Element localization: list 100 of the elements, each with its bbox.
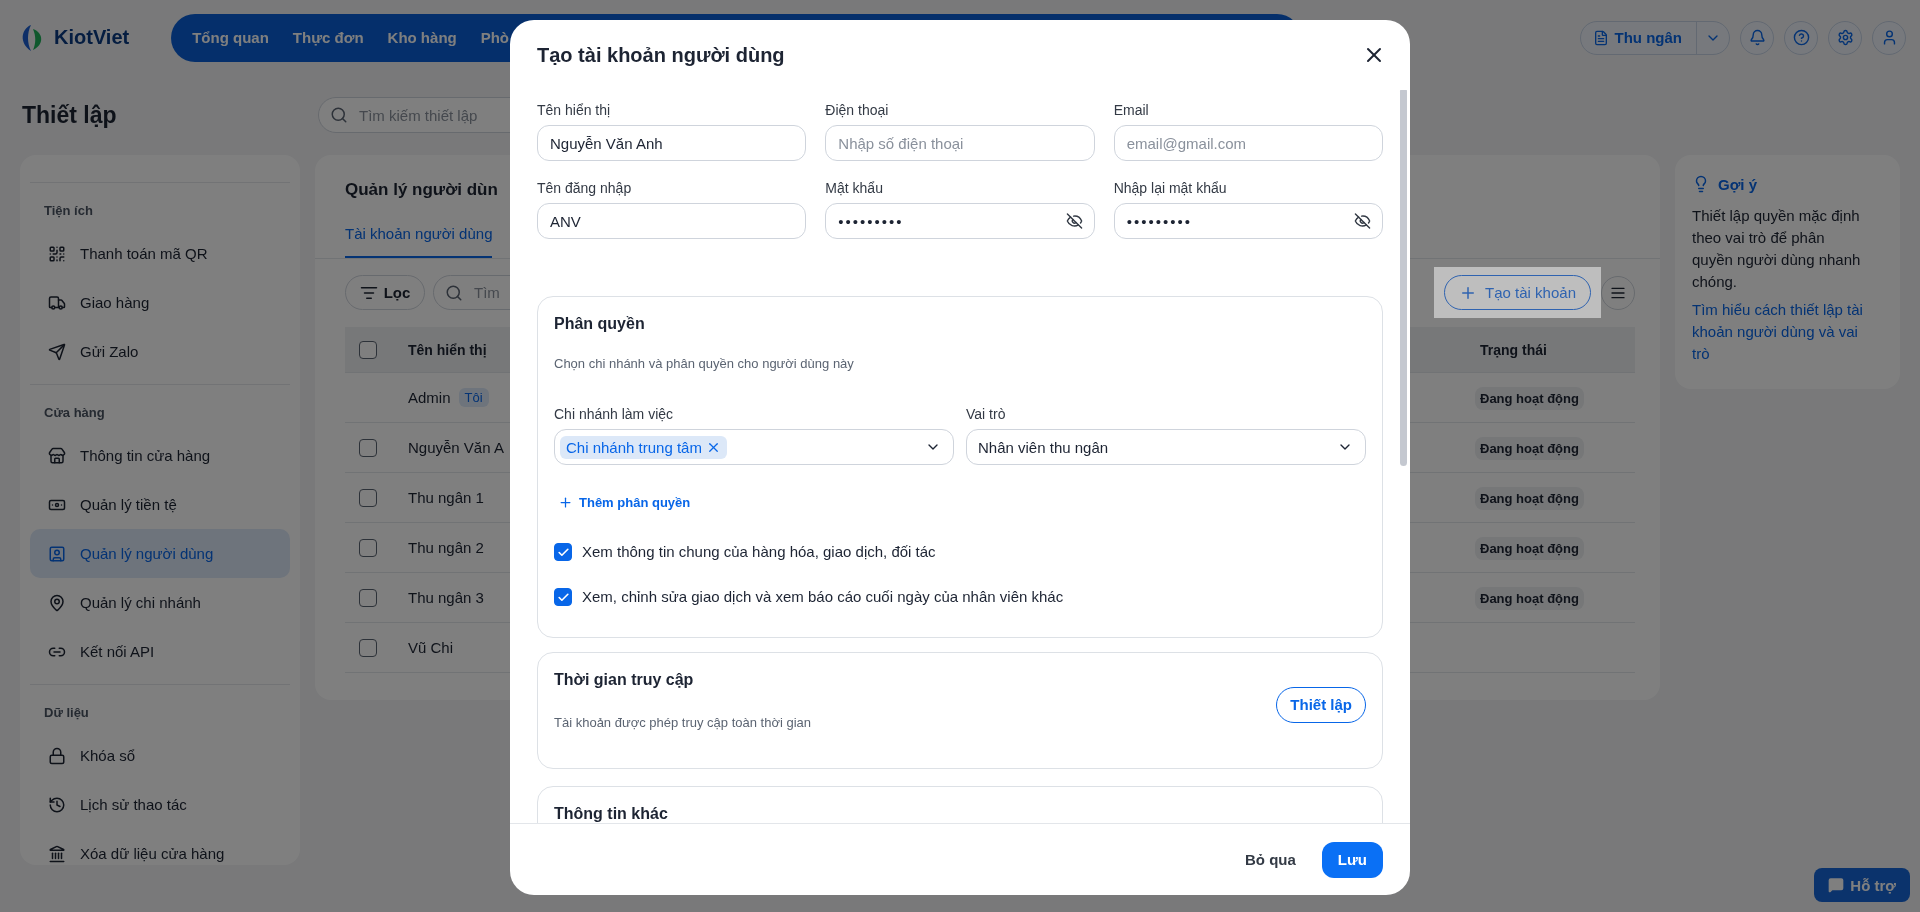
checkbox[interactable] xyxy=(359,638,377,657)
field-label: Tên đăng nhập xyxy=(537,179,633,197)
hint-title: Gợi ý xyxy=(1718,175,1757,193)
nav-item[interactable]: Phò xyxy=(471,23,519,52)
checkbox[interactable] xyxy=(359,438,377,457)
columns-button[interactable] xyxy=(1601,275,1635,310)
sidebar-item[interactable]: Quản lý chi nhánh xyxy=(30,578,290,627)
status-chip: Đang hoạt động xyxy=(1475,386,1584,410)
help-icon xyxy=(1792,29,1810,46)
checkbox[interactable] xyxy=(359,488,377,507)
text-field[interactable]: Nguyễn Văn Anh xyxy=(537,125,807,161)
checkmark-icon xyxy=(556,590,570,604)
search-icon xyxy=(330,106,348,124)
store-icon xyxy=(48,446,66,465)
card-title: Thời gian truy cập xyxy=(554,671,695,689)
filter-button[interactable]: Lọc xyxy=(345,275,425,310)
sidebar-item[interactable]: Kết nối API xyxy=(30,627,290,676)
password-field[interactable]: ••••••••• xyxy=(825,203,1095,239)
truck-icon xyxy=(48,293,66,312)
sidebar-item[interactable]: Gửi Zalo xyxy=(30,327,290,376)
field-label: Điện thoại xyxy=(825,101,890,119)
checkbox[interactable] xyxy=(554,588,572,606)
settings-icon xyxy=(1836,29,1854,46)
card-title: Thông tin khác xyxy=(554,805,669,823)
branch-select[interactable]: Chi nhánh trung tâm xyxy=(554,429,954,465)
setup-button[interactable]: Thiết lập xyxy=(1276,686,1366,723)
checkbox[interactable] xyxy=(359,538,377,557)
table-cell: Vũ Chi xyxy=(408,639,454,656)
section-title: Tiện ích xyxy=(43,202,94,220)
sidebar-item[interactable]: Lịch sử thao tác xyxy=(30,780,290,829)
panel-title: Quản lý người dùn xyxy=(345,179,498,201)
sidebar-item[interactable]: Thanh toán mã QR xyxy=(30,229,290,278)
page-title: Thiết lập xyxy=(22,101,118,129)
cashier-button[interactable]: Thu ngân xyxy=(1579,20,1730,55)
checkbox[interactable] xyxy=(554,543,572,561)
bell-icon xyxy=(1748,29,1766,46)
role-select[interactable]: Nhân viên thu ngân xyxy=(966,429,1366,465)
sidebar-item[interactable]: Quản lý người dùng xyxy=(30,529,290,578)
eye-off-icon[interactable] xyxy=(1065,212,1083,230)
table-cell: Thu ngân 2 xyxy=(408,539,484,556)
user-card-icon xyxy=(48,544,66,563)
table-cell: Admin xyxy=(408,389,451,406)
dialog-title: Tạo tài khoản người dùng xyxy=(537,43,785,67)
sidebar-item[interactable]: Thông tin cửa hàng xyxy=(30,431,290,480)
status-chip: Đang hoạt động xyxy=(1475,586,1584,610)
status-chip: Đang hoạt động xyxy=(1475,486,1584,510)
add-permission-button[interactable]: Thêm phân quyền xyxy=(558,495,691,510)
notification-button[interactable] xyxy=(1740,20,1774,55)
checkbox[interactable] xyxy=(359,588,377,607)
nav-item[interactable]: Thực đơn xyxy=(283,23,373,52)
eye-off-icon[interactable] xyxy=(1354,212,1371,230)
column-header: Tên hiển thị xyxy=(408,341,487,358)
logo-text: KiotViet xyxy=(54,26,130,49)
field-label: Vai trò xyxy=(966,405,1007,423)
hint-text: Thiết lập quyền mặc định theo vai trò để phân quyền người dùng nhanh chóng. xyxy=(1692,206,1862,292)
table-cell: Nguyễn Văn A xyxy=(408,439,504,456)
tag-label: Chi nhánh trung tâm xyxy=(566,438,702,456)
status-chip: Đang hoạt động xyxy=(1475,436,1584,460)
field-label: Tên hiển thị xyxy=(537,101,612,119)
help-button[interactable] xyxy=(1784,20,1818,55)
card-title: Phân quyền xyxy=(554,315,646,333)
text-field[interactable]: Nhập số điện thoại xyxy=(825,125,1095,161)
nav-item[interactable]: Tổng quan xyxy=(183,23,278,52)
document-icon xyxy=(1592,29,1609,46)
text-field[interactable]: ANV xyxy=(537,203,807,239)
checkbox-label: Xem thông tin chung của hàng hóa, giao dịch, đối tác xyxy=(582,542,936,562)
section-title: Cửa hàng xyxy=(43,404,106,422)
sidebar-item[interactable]: Khóa sổ xyxy=(30,731,290,780)
chat-icon xyxy=(1828,877,1845,893)
table-cell: Thu ngân 1 xyxy=(408,489,484,506)
help-link[interactable]: Tìm hiểu cách thiết lập tài khoản người dùng và vai trò xyxy=(1692,299,1870,365)
sidebar-item[interactable]: Quản lý tiền tệ xyxy=(30,480,290,529)
sidebar-item[interactable]: Xóa dữ liệu cửa hàng xyxy=(30,829,290,865)
checkbox[interactable] xyxy=(359,340,377,359)
card-subtitle: Tài khoản được phép truy cập toàn thời gian xyxy=(554,714,812,732)
sidebar-item[interactable]: Giao hàng xyxy=(30,278,290,327)
column-header: Trạng thái xyxy=(1479,341,1548,358)
qr-code-icon xyxy=(48,244,66,263)
section-title: Dữ liệu xyxy=(43,704,90,722)
text-field[interactable]: email@gmail.com xyxy=(1113,125,1383,161)
field-label: Nhập lại mật khẩu xyxy=(1113,179,1228,197)
field-label: Mật khẩu xyxy=(825,179,884,197)
user-button[interactable] xyxy=(1872,20,1906,55)
field-label: Chi nhánh làm việc xyxy=(554,405,675,423)
nav-item[interactable]: Kho hàng xyxy=(378,23,466,52)
settings-button[interactable] xyxy=(1828,20,1862,55)
cancel-button[interactable]: Bỏ qua xyxy=(1244,851,1296,868)
card-subtitle: Chọn chi nhánh và phân quyền cho người dùng này xyxy=(554,355,855,373)
field-label: Email xyxy=(1113,101,1150,119)
password-field[interactable]: ••••••••• xyxy=(1113,203,1383,239)
history-icon xyxy=(48,795,66,814)
checkbox-label: Xem, chỉnh sửa giao dịch và xem báo cáo cuối ngày của nhân viên khác xyxy=(582,587,1064,607)
save-button[interactable]: Lưu xyxy=(1321,841,1383,878)
checkmark-icon xyxy=(556,545,570,559)
status-chip: Đang hoạt động xyxy=(1475,536,1584,560)
badge: Tôi xyxy=(458,388,489,407)
building-icon xyxy=(48,844,66,863)
lock-icon xyxy=(48,746,66,765)
support-button[interactable]: Hỗ trợ xyxy=(1814,868,1910,902)
tab[interactable]: Tài khoản người dùng xyxy=(345,215,493,258)
